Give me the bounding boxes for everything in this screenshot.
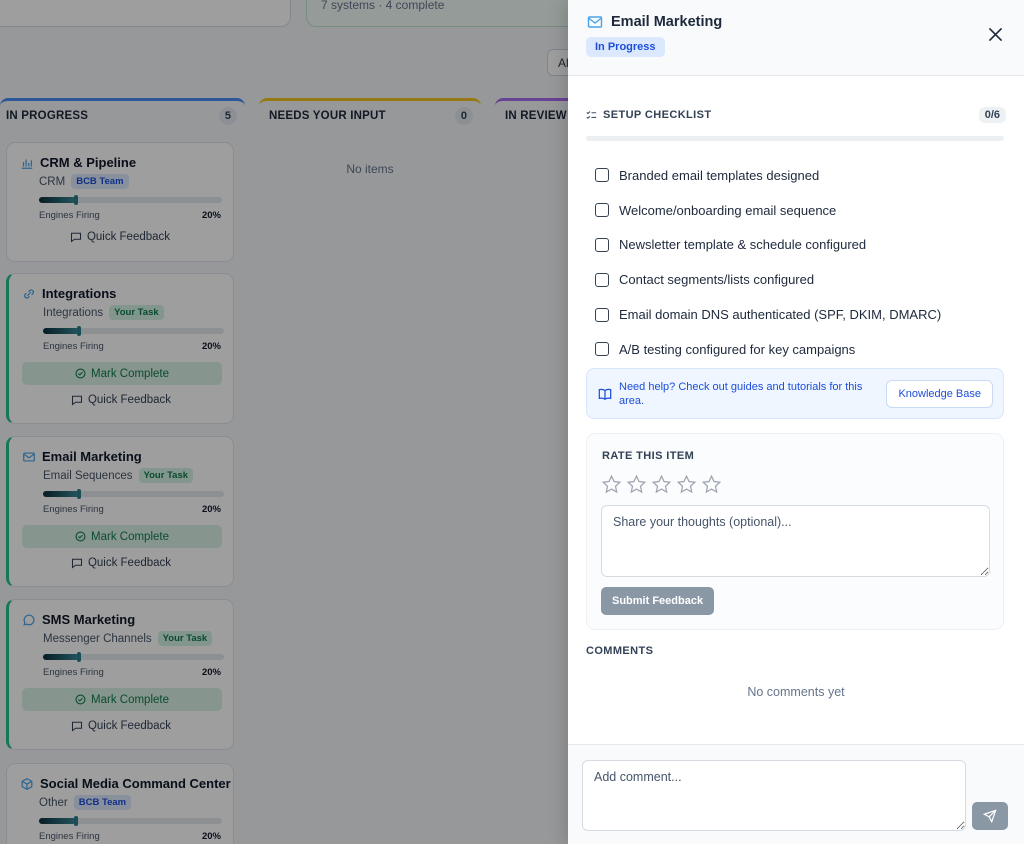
drawer-header: Email Marketing In Progress: [568, 0, 1024, 76]
detail-drawer: Email Marketing In Progress SETUP CHECKL…: [568, 0, 1024, 844]
star-icon[interactable]: [626, 474, 647, 495]
close-button[interactable]: [986, 25, 1004, 43]
feedback-textarea[interactable]: [601, 505, 990, 577]
checklist-item-label: Newsletter template & schedule configure…: [619, 237, 867, 253]
drawer-title: Email Marketing: [611, 14, 723, 30]
mail-icon: [587, 16, 603, 28]
checklist-item[interactable]: Contact segments/lists configured: [595, 262, 995, 297]
checklist-item[interactable]: Branded email templates designed: [595, 158, 995, 193]
book-open-icon: [598, 388, 612, 400]
send-icon: [983, 809, 997, 823]
checklist: Branded email templates designed Welcome…: [595, 158, 995, 367]
checklist-item[interactable]: Welcome/onboarding email sequence: [595, 193, 995, 228]
checklist-item-label: Welcome/onboarding email sequence: [619, 202, 837, 218]
close-icon: [988, 27, 1002, 41]
checkbox[interactable]: [595, 203, 609, 218]
checkbox[interactable]: [595, 237, 609, 252]
checklist-item-label: A/B testing configured for key campaigns: [619, 341, 856, 357]
star-icon[interactable]: [601, 474, 622, 495]
rating-section: RATE THIS ITEM Submit Feedback: [586, 433, 1004, 630]
star-icon[interactable]: [676, 474, 697, 495]
checklist-item-label: Email domain DNS authenticated (SPF, DKI…: [619, 307, 942, 323]
list-checks-icon: [586, 110, 597, 119]
checklist-item-label: Contact segments/lists configured: [619, 272, 815, 288]
submit-feedback-button[interactable]: Submit Feedback: [601, 587, 715, 615]
checklist-title-row: SETUP CHECKLIST: [586, 109, 711, 121]
checklist-title: SETUP CHECKLIST: [603, 109, 712, 121]
star-rating: [601, 474, 722, 495]
comment-input[interactable]: [582, 760, 966, 831]
checkbox[interactable]: [595, 307, 609, 322]
checkbox[interactable]: [595, 272, 609, 287]
empty-comments-text: No comments yet: [747, 685, 845, 699]
checklist-header: SETUP CHECKLIST 0/6: [586, 107, 1006, 123]
send-comment-button[interactable]: [972, 802, 1008, 830]
knowledge-base-button[interactable]: Knowledge Base: [886, 380, 993, 408]
checkbox[interactable]: [595, 168, 609, 183]
status-badge: In Progress: [586, 37, 665, 57]
rating-title: RATE THIS ITEM: [602, 450, 695, 462]
checklist-item[interactable]: Email domain DNS authenticated (SPF, DKI…: [595, 297, 995, 332]
checklist-item[interactable]: A/B testing configured for key campaigns: [595, 332, 995, 367]
star-icon[interactable]: [701, 474, 722, 495]
checklist-count: 0/6: [978, 107, 1006, 123]
checklist-item[interactable]: Newsletter template & schedule configure…: [595, 228, 995, 263]
star-icon[interactable]: [651, 474, 672, 495]
checklist-item-label: Branded email templates designed: [619, 167, 820, 183]
comments-title: COMMENTS: [586, 645, 654, 657]
drawer-title-row: Email Marketing: [587, 14, 722, 30]
help-callout: Need help? Check out guides and tutorial…: [586, 368, 1004, 419]
help-text: Need help? Check out guides and tutorial…: [619, 381, 863, 407]
checkbox[interactable]: [595, 342, 609, 357]
comment-composer: [568, 744, 1024, 844]
checklist-progress-bar: [586, 136, 1004, 141]
